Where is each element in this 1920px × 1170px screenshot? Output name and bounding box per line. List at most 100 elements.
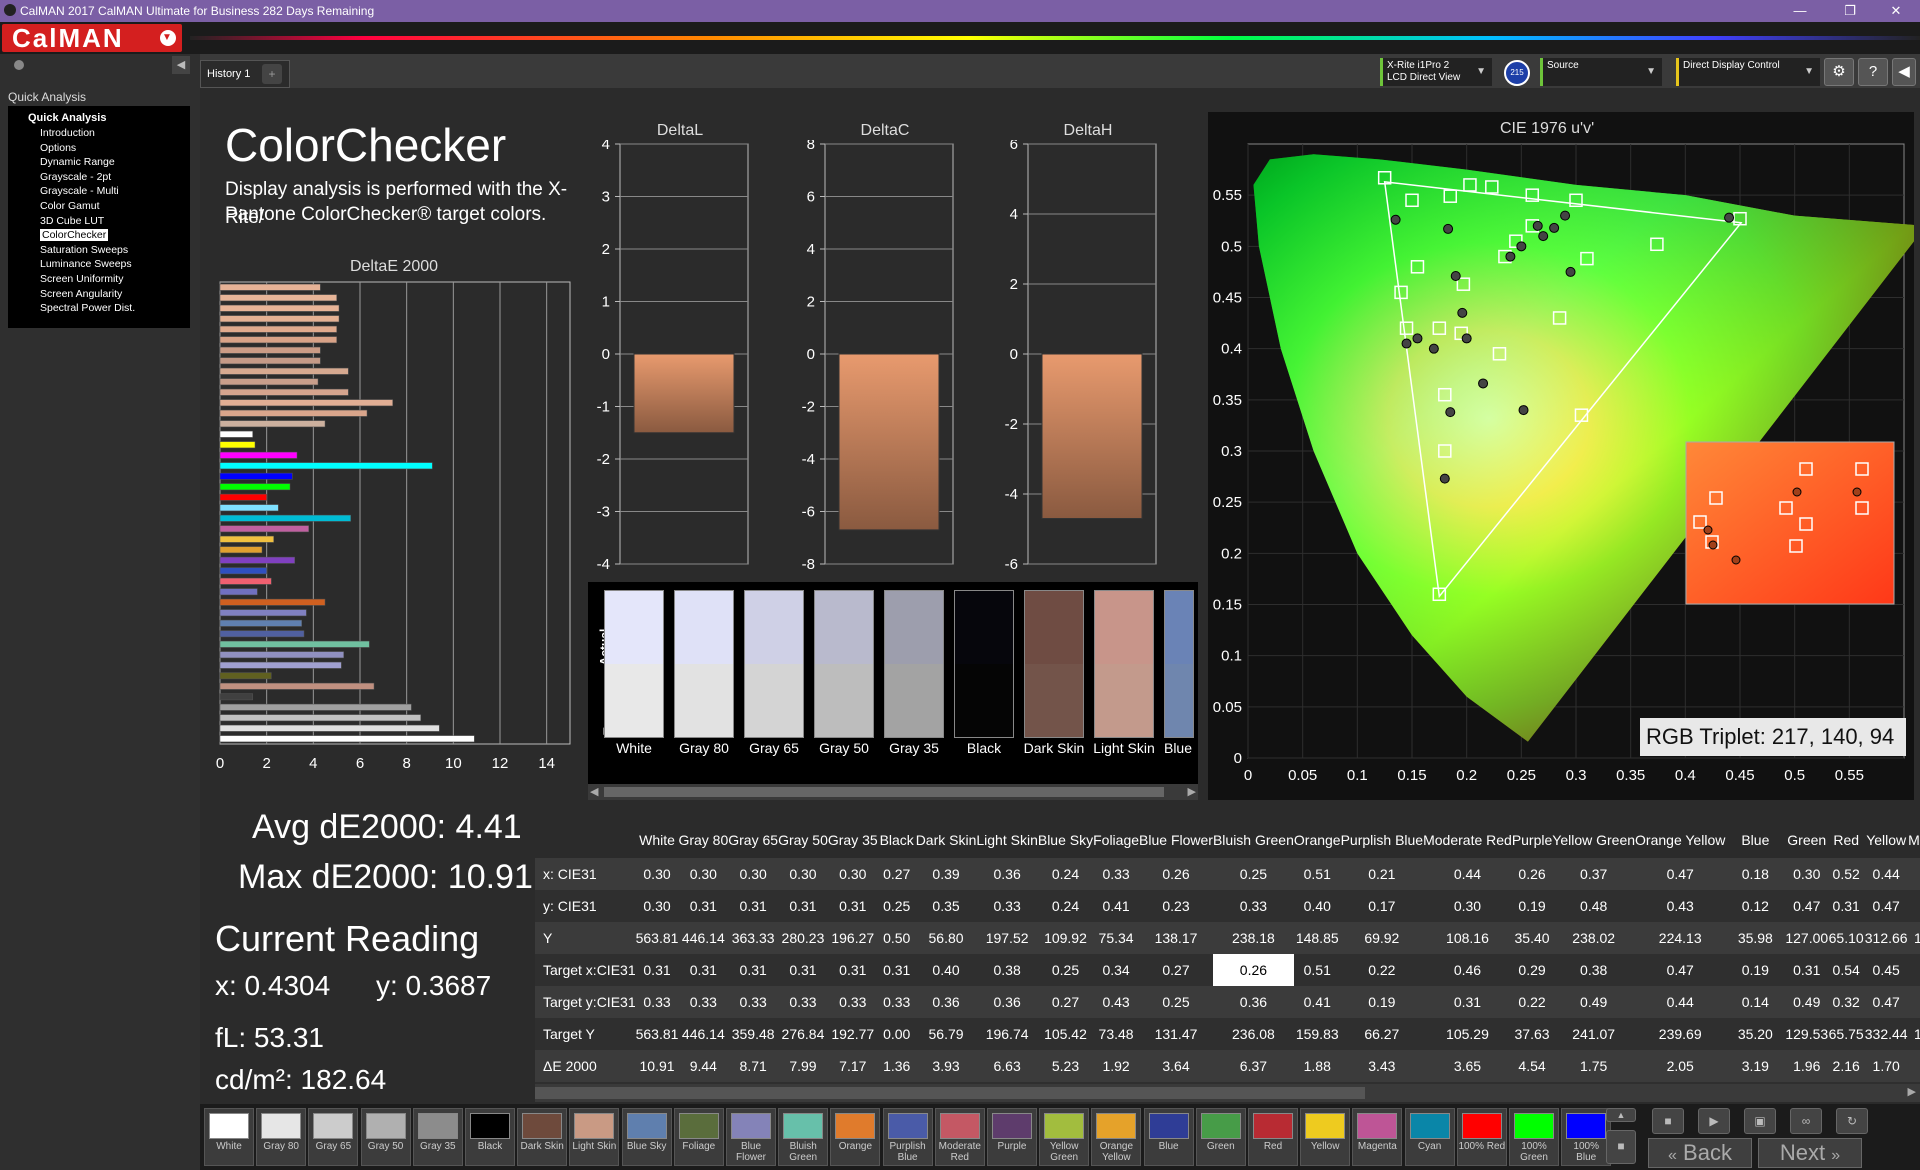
column-header[interactable]: Dark Skin <box>915 822 977 858</box>
column-header[interactable]: Red <box>1828 822 1865 858</box>
table-scrollbar[interactable]: ▶ <box>535 1084 1920 1102</box>
table-cell[interactable]: 1.36 <box>877 1050 916 1082</box>
table-cell[interactable]: 0.47 <box>1864 890 1909 922</box>
patch-gray-80[interactable]: Gray 80 <box>256 1108 307 1166</box>
table-cell[interactable]: 0.40 <box>1293 890 1341 922</box>
table-cell[interactable]: 0.37 <box>1908 954 1920 986</box>
table-cell[interactable]: 159.83 <box>1293 1018 1341 1050</box>
table-cell[interactable]: 0.30 <box>635 890 679 922</box>
table-cell[interactable]: 35.40 <box>1511 922 1553 954</box>
table-cell[interactable]: 0.43 <box>1635 890 1726 922</box>
swatch-gray-65[interactable] <box>744 590 804 738</box>
patch-gray-65[interactable]: Gray 65 <box>308 1108 359 1166</box>
table-cell[interactable]: 0.33 <box>678 986 729 1018</box>
table-cell[interactable]: 0.29 <box>1511 954 1553 986</box>
table-cell[interactable]: 0.23 <box>1908 890 1920 922</box>
swatch-scrollbar[interactable]: ◀ ▶ <box>588 784 1198 800</box>
table-cell[interactable]: 0.36 <box>1212 986 1294 1018</box>
table-cell[interactable]: 0.31 <box>728 954 779 986</box>
table-cell[interactable]: 563.81 <box>635 922 679 954</box>
column-header[interactable]: Purple <box>1511 822 1553 858</box>
add-tab-button[interactable]: + <box>262 64 282 84</box>
patch-bluish-green[interactable]: Bluish Green <box>778 1108 829 1166</box>
table-cell[interactable]: 0.44 <box>1635 986 1726 1018</box>
table-cell[interactable]: 3.43 <box>1340 1050 1424 1082</box>
patch-green[interactable]: Green <box>1195 1108 1246 1166</box>
table-cell[interactable]: 0.47 <box>1864 986 1909 1018</box>
table-cell[interactable]: 0.18 <box>1725 858 1786 890</box>
table-cell[interactable]: 446.14 <box>678 922 729 954</box>
table-cell[interactable]: 66.27 <box>1340 1018 1424 1050</box>
source-selector[interactable]: Source ▼ <box>1540 58 1662 86</box>
table-cell[interactable]: 69.92 <box>1340 922 1424 954</box>
table-cell[interactable]: 56.80 <box>915 922 977 954</box>
table-cell[interactable]: 0.37 <box>1552 858 1636 890</box>
sidebar-item-luminance-sweeps[interactable]: Luminance Sweeps <box>16 257 190 272</box>
table-cell[interactable]: 138.17 <box>1139 922 1213 954</box>
table-cell[interactable]: 280.23 <box>778 922 828 954</box>
table-cell[interactable]: 109.92 <box>1037 922 1094 954</box>
table-cell[interactable]: 0.39 <box>915 858 977 890</box>
column-header[interactable]: Blue Flower <box>1139 822 1213 858</box>
table-cell[interactable]: 148.85 <box>1293 922 1341 954</box>
table-cell[interactable]: 0.31 <box>678 890 729 922</box>
stop-button[interactable]: ■ <box>1606 1130 1636 1164</box>
maximize-button[interactable]: ❐ <box>1830 1 1870 21</box>
table-cell[interactable]: 0.00 <box>877 1018 916 1050</box>
sidebar-item-dynamic-range[interactable]: Dynamic Range <box>16 155 190 170</box>
table-cell[interactable]: 0.38 <box>976 954 1038 986</box>
table-cell[interactable]: 0.31 <box>827 954 878 986</box>
table-cell[interactable]: 6.37 <box>1212 1050 1294 1082</box>
sidebar-item-saturation-sweeps[interactable]: Saturation Sweeps <box>16 243 190 258</box>
table-cell[interactable]: 0.33 <box>877 986 916 1018</box>
sidebar-item-screen-angularity[interactable]: Screen Angularity <box>16 287 190 302</box>
table-cell[interactable]: 0.31 <box>678 954 729 986</box>
patch-blue[interactable]: Blue <box>1143 1108 1194 1166</box>
table-cell[interactable]: 0.54 <box>1828 954 1865 986</box>
table-cell[interactable]: 0.19 <box>1340 986 1424 1018</box>
table-cell[interactable]: 0.31 <box>635 954 679 986</box>
table-cell[interactable]: 0.30 <box>1785 858 1829 890</box>
table-cell[interactable]: 241.07 <box>1552 1018 1636 1050</box>
column-header[interactable]: Foliage <box>1093 822 1140 858</box>
loop-button[interactable]: ∞ <box>1790 1108 1822 1134</box>
table-cell[interactable]: 0.51 <box>1293 954 1341 986</box>
table-cell[interactable]: 131.47 <box>1139 1018 1213 1050</box>
swatch-gray-35[interactable] <box>884 590 944 738</box>
swatch-gray-80[interactable] <box>674 590 734 738</box>
table-cell[interactable]: 108.16 <box>1423 922 1512 954</box>
patch-yellow[interactable]: Yellow <box>1300 1108 1351 1166</box>
table-cell[interactable]: 0.49 <box>1785 986 1829 1018</box>
table-cell[interactable]: 56.79 <box>915 1018 977 1050</box>
table-cell[interactable]: 0.50 <box>877 922 916 954</box>
table-cell[interactable]: 3.93 <box>915 1050 977 1082</box>
table-cell[interactable]: 0.31 <box>1828 890 1865 922</box>
table-cell[interactable]: 238.18 <box>1212 922 1294 954</box>
next-button[interactable]: Next » <box>1758 1138 1862 1168</box>
table-cell[interactable]: 0.47 <box>1635 954 1726 986</box>
table-cell[interactable]: 0.25 <box>1139 986 1213 1018</box>
table-cell[interactable]: 0.33 <box>1093 858 1140 890</box>
sidebar-item-spectral-power-dist-[interactable]: Spectral Power Dist. <box>16 301 190 316</box>
scroll-up-button[interactable]: ▲ <box>1606 1108 1636 1122</box>
sidebar-item-grayscale-multi[interactable]: Grayscale - Multi <box>16 184 190 199</box>
table-cell[interactable]: 0.41 <box>1093 890 1140 922</box>
table-cell[interactable]: 0.33 <box>976 890 1038 922</box>
table-cell[interactable]: 0.30 <box>827 858 878 890</box>
table-cell[interactable]: 129.53 <box>1785 1018 1829 1050</box>
table-cell[interactable]: 0.46 <box>1423 954 1512 986</box>
refresh-button[interactable]: ↻ <box>1836 1108 1868 1134</box>
tree-root-quick-analysis[interactable]: Quick Analysis <box>16 112 190 124</box>
table-cell[interactable]: 1.92 <box>1093 1050 1140 1082</box>
table-cell[interactable]: 0.45 <box>1864 954 1909 986</box>
table-cell[interactable]: 0.38 <box>1552 954 1636 986</box>
table-cell[interactable]: 312.66 <box>1864 922 1909 954</box>
patch-foliage[interactable]: Foliage <box>673 1108 724 1166</box>
table-cell[interactable]: 0.31 <box>1423 986 1512 1018</box>
table-cell[interactable]: 192.77 <box>827 1018 878 1050</box>
table-cell[interactable]: 0.22 <box>1511 986 1553 1018</box>
column-header[interactable]: Gray 80 <box>678 822 729 858</box>
meter-selector[interactable]: X-Rite i1Pro 2 LCD Direct View ▼ <box>1380 58 1492 86</box>
table-cell[interactable]: 105.29 <box>1423 1018 1512 1050</box>
table-cell[interactable]: 0.32 <box>1828 986 1865 1018</box>
